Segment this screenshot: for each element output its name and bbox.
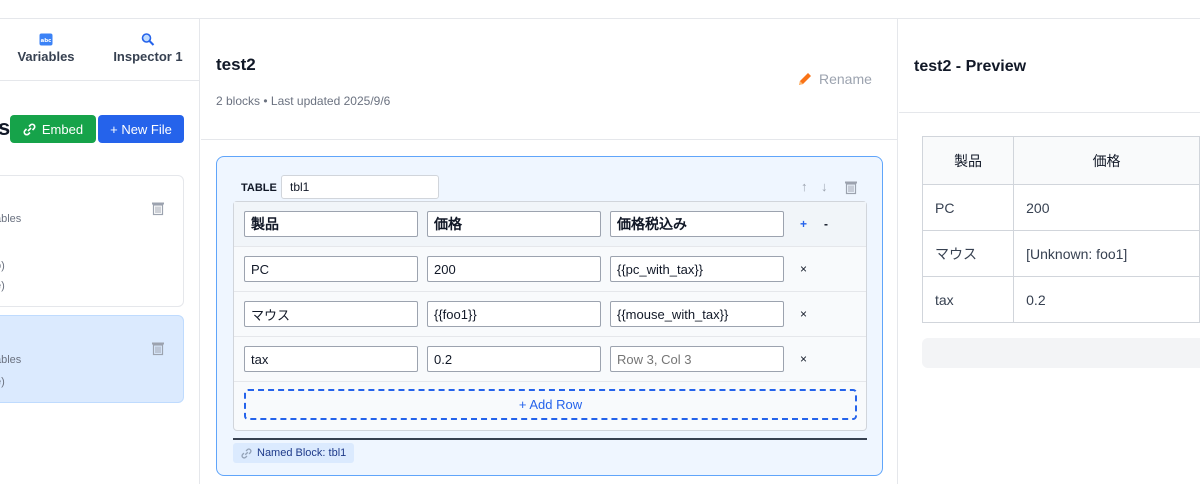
sidebar-tabs: abc Variables Inspector 1 <box>0 19 200 81</box>
move-down-icon[interactable]: ↓ <box>821 179 828 194</box>
add-column-button[interactable]: + <box>800 217 807 231</box>
preview-cell: tax <box>921 276 1015 323</box>
rename-label: Rename <box>819 71 872 87</box>
preview-table: 製品 価格 PC 200 マウス [Unknown: foo1] tax 0.2 <box>921 136 1200 323</box>
preview-row: tax 0.2 <box>921 276 1200 323</box>
preview-scrollbar[interactable] <box>922 338 1200 368</box>
cell-input[interactable] <box>244 346 418 372</box>
tab-variables[interactable]: abc Variables <box>16 33 76 64</box>
cell-input[interactable] <box>610 346 784 372</box>
add-row-button[interactable]: + Add Row <box>244 389 857 420</box>
table-header-row: + - <box>234 202 866 247</box>
table-row: × <box>234 247 866 292</box>
named-block-badge: Named Block: tbl1 <box>233 443 355 463</box>
tab-inspector[interactable]: Inspector 1 <box>110 33 186 64</box>
preview-panel: test2 - Preview 製品 価格 PC 200 マウス [Unknow… <box>899 19 1200 484</box>
pencil-icon <box>799 73 811 85</box>
delete-row-button[interactable]: × <box>800 352 807 366</box>
preview-cell: [Unknown: foo1] <box>1013 230 1200 277</box>
file-card-selected[interactable]: ables e) <box>0 315 184 403</box>
block-name-input[interactable] <box>281 175 439 199</box>
table-row: × <box>234 292 866 337</box>
delete-row-button[interactable]: × <box>800 307 807 321</box>
preview-title: test2 - Preview <box>914 58 1027 75</box>
magnifier-icon <box>141 33 155 46</box>
file-card-detail: o) <box>0 260 5 272</box>
trash-icon[interactable] <box>150 340 166 356</box>
named-block-label: Named Block: tbl1 <box>257 447 347 459</box>
file-card[interactable]: ables o) e) <box>0 175 184 307</box>
top-bar <box>0 0 1200 19</box>
table-editor-grid: + - × × × + Add Row <box>233 201 867 431</box>
document-header: test2 2 blocks • Last updated 2025/9/6 R… <box>201 19 898 140</box>
move-up-icon[interactable]: ↑ <box>801 179 808 194</box>
file-card-variables: ables <box>0 354 22 366</box>
header-cell-input[interactable] <box>610 211 784 237</box>
delete-row-button[interactable]: × <box>800 262 807 276</box>
document-title: test2 <box>216 55 256 74</box>
cell-input[interactable] <box>427 301 601 327</box>
preview-cell: マウス <box>921 230 1015 277</box>
trash-icon[interactable] <box>150 200 166 216</box>
preview-header-cell: 価格 <box>1013 136 1200 185</box>
tab-inspector-label: Inspector 1 <box>113 49 183 64</box>
preview-cell: 0.2 <box>1013 276 1200 323</box>
left-sidebar: abc Variables Inspector 1 s Embed + New … <box>0 19 200 484</box>
new-file-button[interactable]: + New File <box>98 115 184 143</box>
header-cell-input[interactable] <box>427 211 601 237</box>
tab-variables-label: Variables <box>17 49 75 64</box>
cell-input[interactable] <box>610 301 784 327</box>
cell-input[interactable] <box>244 301 418 327</box>
preview-cell: PC <box>921 184 1015 231</box>
remove-column-button[interactable]: - <box>824 217 828 231</box>
file-card-variables: ables <box>0 213 22 225</box>
editor-panel: test2 2 blocks • Last updated 2025/9/6 R… <box>201 19 898 484</box>
document-meta: 2 blocks • Last updated 2025/9/6 <box>216 94 391 108</box>
preview-cell: 200 <box>1013 184 1200 231</box>
preview-row: マウス [Unknown: foo1] <box>921 230 1200 277</box>
embed-button[interactable]: Embed <box>10 115 96 143</box>
file-card-detail: e) <box>0 376 5 388</box>
preview-row: PC 200 <box>921 184 1200 231</box>
cell-input[interactable] <box>427 256 601 282</box>
preview-header: test2 - Preview <box>899 19 1200 113</box>
link-icon <box>241 447 252 459</box>
svg-text:abc: abc <box>41 38 52 44</box>
trash-icon[interactable] <box>843 179 859 195</box>
embed-button-label: Embed <box>41 121 84 137</box>
preview-header-row: 製品 価格 <box>921 136 1200 185</box>
rename-button[interactable]: Rename <box>797 71 872 87</box>
table-block: TABLE ↑ ↓ + - × <box>216 156 883 476</box>
cell-input[interactable] <box>244 256 418 282</box>
block-type-label: TABLE <box>241 182 277 194</box>
abc-icon: abc <box>39 33 53 46</box>
block-divider <box>233 438 867 440</box>
preview-header-cell: 製品 <box>921 136 1015 185</box>
file-card-detail: e) <box>0 280 5 292</box>
cell-input[interactable] <box>610 256 784 282</box>
header-cell-input[interactable] <box>244 211 418 237</box>
cell-input[interactable] <box>427 346 601 372</box>
table-row: × <box>234 337 866 382</box>
link-icon <box>23 123 36 135</box>
files-heading: s <box>0 115 11 140</box>
